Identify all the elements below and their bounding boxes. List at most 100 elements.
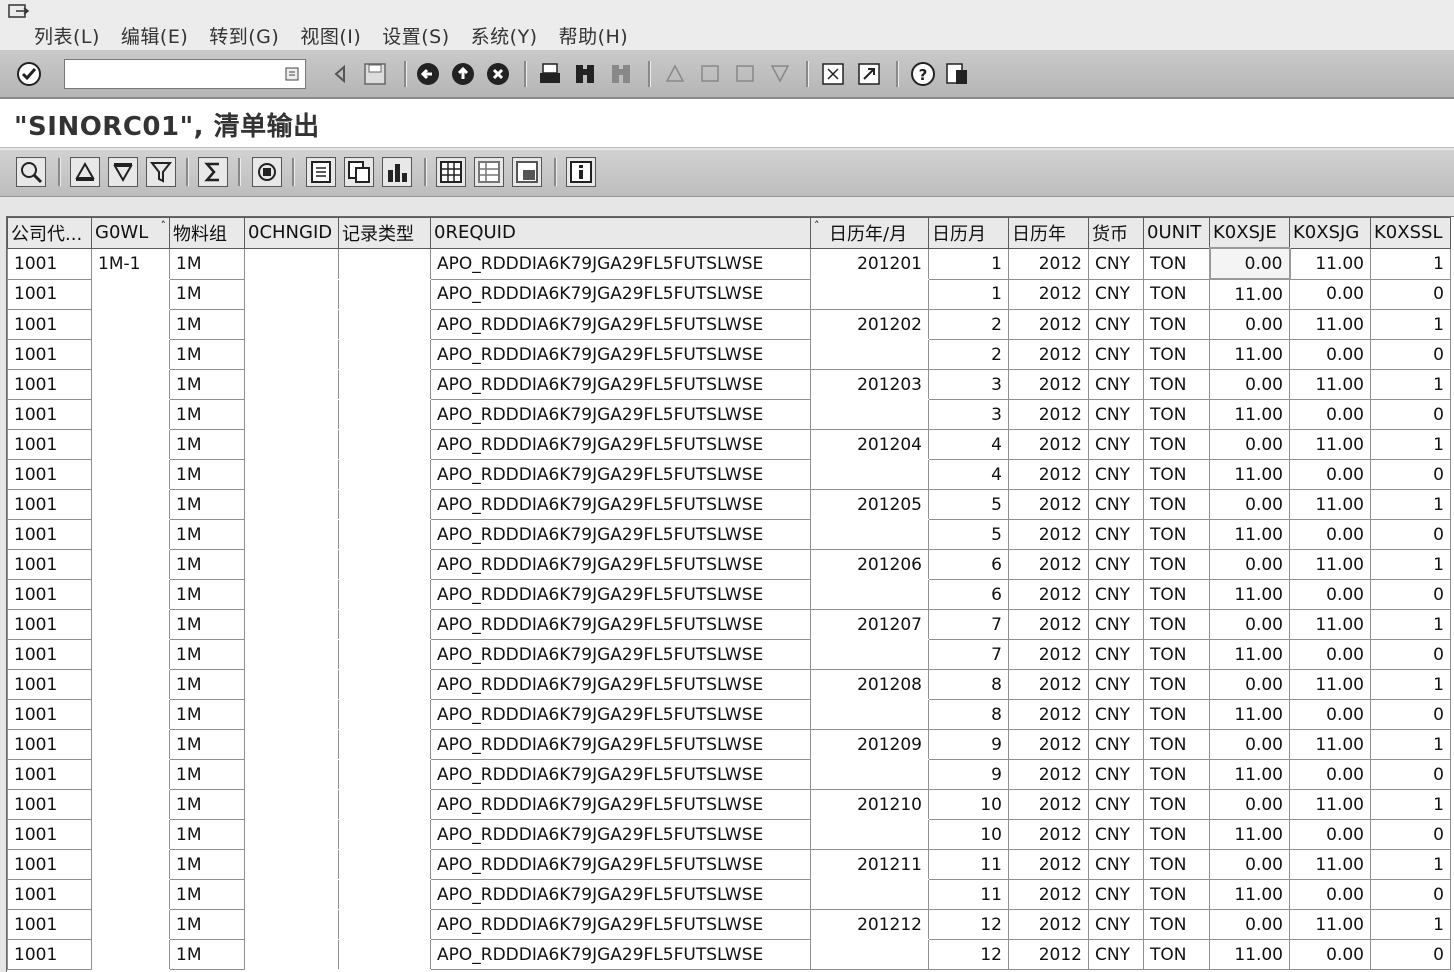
table-cell-k0xsjg[interactable]: 0.00 bbox=[1289, 699, 1371, 730]
table-cell-0chngid[interactable] bbox=[244, 879, 339, 910]
table-cell-g0wl[interactable] bbox=[91, 729, 170, 760]
last-page-icon[interactable] bbox=[767, 61, 793, 87]
table-cell-0chngid[interactable] bbox=[244, 369, 339, 400]
table-cell-currency[interactable]: CNY bbox=[1088, 939, 1144, 970]
table-cell-g0wl[interactable] bbox=[91, 939, 170, 970]
table-cell-cal-month[interactable]: 4 bbox=[928, 459, 1009, 490]
table-cell-material-group[interactable]: 1M bbox=[169, 639, 245, 670]
table-row[interactable]: 1001 1M APO_RDDDIA6K79JGA29FL5FUTSLWSE 6 201… bbox=[7, 579, 1451, 610]
table-row[interactable]: 1001 1M APO_RDDDIA6K79JGA29FL5FUTSLWSE 2012… bbox=[7, 669, 1451, 700]
table-cell-0requid[interactable]: APO_RDDDIA6K79JGA29FL5FUTSLWSE bbox=[430, 339, 811, 370]
table-cell-company-code[interactable]: 1001 bbox=[7, 549, 92, 580]
table-cell-cal-month[interactable]: 12 bbox=[928, 909, 1009, 940]
table-cell-g0wl[interactable] bbox=[91, 278, 170, 310]
table-cell-record-type[interactable] bbox=[338, 609, 431, 640]
table-cell-material-group[interactable]: 1M bbox=[169, 309, 245, 340]
table-row[interactable]: 1001 1M APO_RDDDIA6K79JGA29FL5FUTSLWSE 2012… bbox=[7, 849, 1451, 880]
table-cell-cal-month[interactable]: 7 bbox=[928, 639, 1009, 670]
table-cell-cal-year[interactable]: 2012 bbox=[1008, 369, 1089, 400]
table-cell-k0xsje[interactable]: 0.00 bbox=[1209, 369, 1290, 400]
sort-descending-icon[interactable] bbox=[108, 157, 138, 187]
details-icon[interactable] bbox=[16, 157, 46, 187]
table-cell-currency[interactable]: CNY bbox=[1088, 909, 1144, 940]
table-cell-record-type[interactable] bbox=[338, 549, 431, 580]
table-cell-currency[interactable]: CNY bbox=[1088, 639, 1144, 670]
table-cell-k0xsje[interactable]: 11.00 bbox=[1209, 519, 1290, 550]
table-cell-record-type[interactable] bbox=[338, 309, 431, 340]
menu-view[interactable]: 视图(I) bbox=[300, 22, 361, 49]
table-cell-cal-year[interactable]: 2012 bbox=[1008, 879, 1089, 910]
table-cell-record-type[interactable] bbox=[338, 519, 431, 550]
table-cell-cal-year[interactable]: 2012 bbox=[1008, 609, 1089, 640]
table-cell-k0xssl[interactable]: 0 bbox=[1370, 399, 1451, 430]
table-cell-k0xsjg[interactable]: 0.00 bbox=[1289, 759, 1371, 790]
table-cell-calyear-month[interactable] bbox=[810, 879, 929, 910]
table-cell-record-type[interactable] bbox=[338, 278, 431, 310]
table-cell-0chngid[interactable] bbox=[244, 549, 339, 580]
table-cell-0unit[interactable]: TON bbox=[1143, 309, 1210, 340]
table-cell-calyear-month[interactable] bbox=[810, 579, 929, 610]
table-cell-k0xssl[interactable]: 0 bbox=[1370, 278, 1451, 310]
table-cell-0chngid[interactable] bbox=[244, 609, 339, 640]
column-header-k0xsjg[interactable]: K0XSJG bbox=[1289, 217, 1371, 249]
table-cell-g0wl[interactable] bbox=[91, 459, 170, 490]
table-cell-calyear-month[interactable] bbox=[810, 278, 929, 310]
table-cell-company-code[interactable]: 1001 bbox=[7, 819, 92, 850]
subtotal-icon[interactable] bbox=[252, 157, 282, 187]
table-cell-0chngid[interactable] bbox=[244, 399, 339, 430]
table-cell-0requid[interactable]: APO_RDDDIA6K79JGA29FL5FUTSLWSE bbox=[430, 939, 811, 970]
table-cell-k0xsje[interactable]: 0.00 bbox=[1209, 549, 1290, 580]
table-cell-k0xsje[interactable]: 11.00 bbox=[1209, 699, 1290, 730]
column-header-0unit[interactable]: 0UNIT bbox=[1143, 217, 1210, 249]
table-cell-g0wl[interactable] bbox=[91, 909, 170, 940]
select-layout-icon[interactable] bbox=[474, 157, 504, 187]
table-cell-company-code[interactable]: 1001 bbox=[7, 909, 92, 940]
table-cell-material-group[interactable]: 1M bbox=[169, 369, 245, 400]
table-cell-0chngid[interactable] bbox=[244, 579, 339, 610]
help-icon[interactable]: ? bbox=[910, 61, 936, 87]
table-cell-k0xsje[interactable]: 11.00 bbox=[1209, 459, 1290, 490]
table-cell-cal-month[interactable]: 9 bbox=[928, 729, 1009, 760]
table-cell-calyear-month[interactable]: 201206 bbox=[810, 549, 929, 580]
table-cell-0unit[interactable]: TON bbox=[1143, 639, 1210, 670]
table-cell-k0xsjg[interactable]: 0.00 bbox=[1289, 639, 1371, 670]
table-row[interactable]: 1001 1M APO_RDDDIA6K79JGA29FL5FUTSLWSE 11 20… bbox=[7, 879, 1451, 910]
table-cell-record-type[interactable] bbox=[338, 579, 431, 610]
table-cell-cal-month[interactable]: 3 bbox=[928, 399, 1009, 430]
table-cell-k0xssl[interactable]: 1 bbox=[1370, 549, 1451, 580]
table-cell-k0xssl[interactable]: 0 bbox=[1370, 819, 1451, 850]
table-cell-0unit[interactable]: TON bbox=[1143, 278, 1210, 310]
shortcut-icon[interactable] bbox=[856, 61, 882, 87]
table-cell-material-group[interactable]: 1M bbox=[169, 789, 245, 820]
table-cell-material-group[interactable]: 1M bbox=[169, 849, 245, 880]
table-cell-g0wl[interactable]: 1M-1 bbox=[91, 247, 170, 280]
table-cell-k0xsje[interactable]: 0.00 bbox=[1209, 489, 1290, 520]
table-cell-g0wl[interactable] bbox=[91, 699, 170, 730]
table-cell-0unit[interactable]: TON bbox=[1143, 369, 1210, 400]
table-cell-0requid[interactable]: APO_RDDDIA6K79JGA29FL5FUTSLWSE bbox=[430, 278, 811, 310]
table-cell-0chngid[interactable] bbox=[244, 339, 339, 370]
table-cell-g0wl[interactable] bbox=[91, 339, 170, 370]
table-cell-company-code[interactable]: 1001 bbox=[7, 519, 92, 550]
column-header-0chngid[interactable]: 0CHNGID bbox=[244, 217, 339, 249]
table-row[interactable]: 1001 1M APO_RDDDIA6K79JGA29FL5FUTSLWSE 7 201… bbox=[7, 639, 1451, 670]
table-cell-k0xsje[interactable]: 0.00 bbox=[1209, 309, 1290, 340]
table-cell-0requid[interactable]: APO_RDDDIA6K79JGA29FL5FUTSLWSE bbox=[430, 549, 811, 580]
table-cell-0requid[interactable]: APO_RDDDIA6K79JGA29FL5FUTSLWSE bbox=[430, 489, 811, 520]
table-cell-k0xssl[interactable]: 0 bbox=[1370, 879, 1451, 910]
table-cell-cal-year[interactable]: 2012 bbox=[1008, 699, 1089, 730]
column-header-currency[interactable]: 货币 bbox=[1088, 217, 1144, 249]
table-cell-calyear-month[interactable] bbox=[810, 759, 929, 790]
table-cell-calyear-month[interactable]: 201203 bbox=[810, 369, 929, 400]
table-cell-material-group[interactable]: 1M bbox=[169, 399, 245, 430]
table-cell-calyear-month[interactable]: 201212 bbox=[810, 909, 929, 940]
table-cell-currency[interactable]: CNY bbox=[1088, 247, 1144, 280]
table-cell-k0xssl[interactable]: 1 bbox=[1370, 247, 1451, 280]
column-header-calyear-month[interactable]: 日历年/月 ˄ bbox=[810, 217, 929, 249]
table-cell-company-code[interactable]: 1001 bbox=[7, 247, 92, 280]
column-header-cal-year[interactable]: 日历年 bbox=[1008, 217, 1089, 249]
table-cell-currency[interactable]: CNY bbox=[1088, 609, 1144, 640]
column-header-record-type[interactable]: 记录类型 bbox=[338, 217, 431, 249]
table-cell-material-group[interactable]: 1M bbox=[169, 729, 245, 760]
table-cell-calyear-month[interactable]: 201207 bbox=[810, 609, 929, 640]
